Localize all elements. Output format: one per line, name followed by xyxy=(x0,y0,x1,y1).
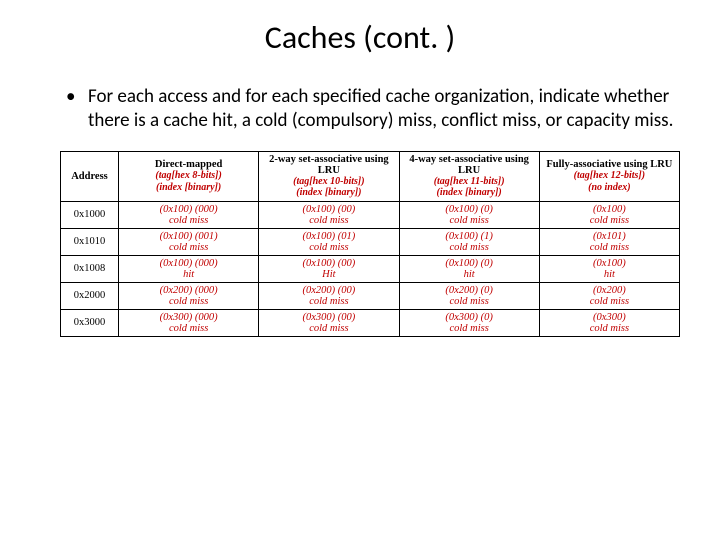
cell-tagidx: (0x200) (0) xyxy=(405,285,534,296)
cell-c3: (0x300) (0)cold miss xyxy=(399,309,539,336)
cell-tagidx: (0x300) (000) xyxy=(124,312,253,323)
cell-tagidx: (0x100) (00) xyxy=(264,258,393,269)
cell-result: cold miss xyxy=(124,296,253,307)
bullet-text: For each access and for each specified c… xyxy=(40,85,680,133)
cell-c4: (0x200)cold miss xyxy=(539,282,679,309)
table-row: 0x2000(0x200) (000)cold miss(0x200) (00)… xyxy=(61,282,680,309)
cell-c3: (0x200) (0)cold miss xyxy=(399,282,539,309)
hdr-4way: 4-way set-associative using LRU (tag[hex… xyxy=(399,151,539,201)
hdr-fully-idx: (no index) xyxy=(545,182,674,194)
cell-c1: (0x300) (000)cold miss xyxy=(119,309,259,336)
cell-tagidx: (0x100) (000) xyxy=(124,204,253,215)
cell-tagidx: (0x100) (0) xyxy=(405,204,534,215)
cell-result: cold miss xyxy=(405,215,534,226)
cell-c4: (0x100)hit xyxy=(539,255,679,282)
hdr-direct-top: Direct-mapped xyxy=(124,159,253,170)
hdr-2way-idx: (index [binary]) xyxy=(264,187,393,199)
table-row: 0x3000(0x300) (000)cold miss(0x300) (00)… xyxy=(61,309,680,336)
cell-tagidx: (0x100) (000) xyxy=(124,258,253,269)
cell-result: cold miss xyxy=(405,242,534,253)
hdr-direct: Direct-mapped (tag[hex 8-bits]) (index [… xyxy=(119,151,259,201)
hdr-4way-top: 4-way set-associative using LRU xyxy=(405,154,534,176)
cell-c2: (0x200) (00)cold miss xyxy=(259,282,399,309)
cell-c3: (0x100) (0)hit xyxy=(399,255,539,282)
cell-c3: (0x100) (0)cold miss xyxy=(399,201,539,228)
cell-result: cold miss xyxy=(124,323,253,334)
cell-result: cold miss xyxy=(545,242,674,253)
cell-result: Hit xyxy=(264,269,393,280)
cell-address: 0x1008 xyxy=(61,255,119,282)
cell-tagidx: (0x100) (1) xyxy=(405,231,534,242)
table-row: 0x1000(0x100) (000)cold miss(0x100) (00)… xyxy=(61,201,680,228)
hdr-address-label: Address xyxy=(71,171,108,182)
cell-result: hit xyxy=(124,269,253,280)
cell-result: cold miss xyxy=(545,296,674,307)
cell-c1: (0x200) (000)cold miss xyxy=(119,282,259,309)
hdr-fully: Fully-associative using LRU (tag[hex 12-… xyxy=(539,151,679,201)
cache-table: Address Direct-mapped (tag[hex 8-bits]) … xyxy=(60,151,680,337)
hdr-fully-tag: (tag[hex 12-bits]) xyxy=(545,170,674,182)
table-header-row: Address Direct-mapped (tag[hex 8-bits]) … xyxy=(61,151,680,201)
cell-result: cold miss xyxy=(124,242,253,253)
cell-tagidx: (0x200) xyxy=(545,285,674,296)
cell-tagidx: (0x101) xyxy=(545,231,674,242)
hdr-direct-tag: (tag[hex 8-bits]) xyxy=(124,170,253,182)
hdr-direct-idx: (index [binary]) xyxy=(124,182,253,194)
cell-result: cold miss xyxy=(545,215,674,226)
hdr-4way-idx: (index [binary]) xyxy=(405,187,534,199)
cell-c1: (0x100) (000)cold miss xyxy=(119,201,259,228)
hdr-fully-top: Fully-associative using LRU xyxy=(545,159,674,170)
cell-c4: (0x300)cold miss xyxy=(539,309,679,336)
cell-result: cold miss xyxy=(264,296,393,307)
hdr-address: Address xyxy=(61,151,119,201)
cell-tagidx: (0x100) (00) xyxy=(264,204,393,215)
cell-tagidx: (0x100) (0) xyxy=(405,258,534,269)
cell-address: 0x3000 xyxy=(61,309,119,336)
cell-tagidx: (0x300) (00) xyxy=(264,312,393,323)
cell-c2: (0x300) (00)cold miss xyxy=(259,309,399,336)
table-row: 0x1010(0x100) (001)cold miss(0x100) (01)… xyxy=(61,228,680,255)
cell-c4: (0x100)cold miss xyxy=(539,201,679,228)
cell-address: 0x1010 xyxy=(61,228,119,255)
hdr-4way-tag: (tag[hex 11-bits]) xyxy=(405,176,534,188)
cell-result: cold miss xyxy=(124,215,253,226)
cell-c1: (0x100) (000)hit xyxy=(119,255,259,282)
cell-result: cold miss xyxy=(405,296,534,307)
cell-c2: (0x100) (01)cold miss xyxy=(259,228,399,255)
cell-tagidx: (0x300) xyxy=(545,312,674,323)
cell-tagidx: (0x300) (0) xyxy=(405,312,534,323)
hdr-2way: 2-way set-associative using LRU (tag[hex… xyxy=(259,151,399,201)
cell-result: cold miss xyxy=(264,242,393,253)
cell-result: cold miss xyxy=(545,323,674,334)
cell-tagidx: (0x200) (00) xyxy=(264,285,393,296)
table-row: 0x1008(0x100) (000)hit(0x100) (00)Hit(0x… xyxy=(61,255,680,282)
hdr-2way-tag: (tag[hex 10-bits]) xyxy=(264,176,393,188)
cell-tagidx: (0x100) xyxy=(545,204,674,215)
cell-result: cold miss xyxy=(405,323,534,334)
cell-c2: (0x100) (00)cold miss xyxy=(259,201,399,228)
cell-tagidx: (0x200) (000) xyxy=(124,285,253,296)
cell-tagidx: (0x100) (001) xyxy=(124,231,253,242)
cell-result: hit xyxy=(545,269,674,280)
cell-result: cold miss xyxy=(264,215,393,226)
cell-result: cold miss xyxy=(264,323,393,334)
slide-title: Caches (cont. ) xyxy=(40,18,680,57)
cell-address: 0x1000 xyxy=(61,201,119,228)
cell-c2: (0x100) (00)Hit xyxy=(259,255,399,282)
cell-c1: (0x100) (001)cold miss xyxy=(119,228,259,255)
cell-address: 0x2000 xyxy=(61,282,119,309)
hdr-2way-top: 2-way set-associative using LRU xyxy=(264,154,393,176)
cell-c4: (0x101)cold miss xyxy=(539,228,679,255)
cell-result: hit xyxy=(405,269,534,280)
cell-c3: (0x100) (1)cold miss xyxy=(399,228,539,255)
cell-tagidx: (0x100) xyxy=(545,258,674,269)
cell-tagidx: (0x100) (01) xyxy=(264,231,393,242)
